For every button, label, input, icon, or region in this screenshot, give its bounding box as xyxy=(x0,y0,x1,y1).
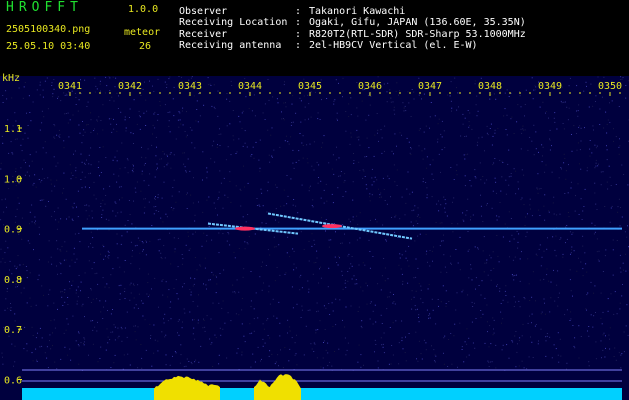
noise-layer xyxy=(0,76,629,371)
signal-peak xyxy=(154,375,210,400)
x-tick-label: 0343 xyxy=(178,81,202,92)
y-tick-label: 0.9 xyxy=(4,225,22,236)
y-tick-label: 0.7 xyxy=(4,325,22,336)
x-tick-label: 0349 xyxy=(538,81,562,92)
x-tick-label: 0341 xyxy=(58,81,82,92)
signal-peak xyxy=(204,384,220,400)
x-tick-label: 0350 xyxy=(598,81,622,92)
x-tick-label: 0345 xyxy=(298,81,322,92)
x-tick-label: 0342 xyxy=(118,81,142,92)
signal-peak xyxy=(254,379,270,400)
spectrogram-chart: 0341 0342 0343 0344 0345 0346 0347 0348 0349 0350… xyxy=(0,76,629,400)
meteor-echo-core xyxy=(235,226,255,231)
y-tick-label: 0.8 xyxy=(4,275,22,286)
signal-band xyxy=(22,388,622,400)
y-tick-label: 0.6 xyxy=(4,376,22,387)
y-tick-label: 1.0 xyxy=(4,174,22,185)
signal-peak xyxy=(269,374,301,400)
x-tick-label: 0348 xyxy=(478,81,502,92)
meteor-echo-core xyxy=(322,224,342,229)
x-tick-label: 0347 xyxy=(418,81,442,92)
x-tick-label: 0344 xyxy=(238,81,262,92)
y-tick-label: 1.1 xyxy=(4,124,22,135)
x-tick-label: 0346 xyxy=(358,81,382,92)
